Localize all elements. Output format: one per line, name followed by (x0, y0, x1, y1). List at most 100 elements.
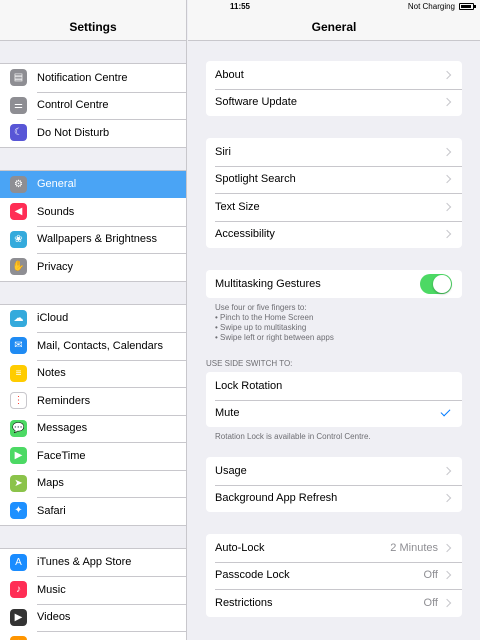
sidebar-item-safari[interactable]: ✦ Safari (0, 497, 186, 525)
notes-icon: ≡ (10, 364, 27, 382)
messages-icon: 💬 (10, 419, 27, 437)
sidebar-item-label: FaceTime (37, 449, 86, 462)
lock-group: Auto-Lock 2 Minutes Passcode Lock Off Restri… (206, 534, 462, 617)
auto-lock-row[interactable]: Auto-Lock 2 Minutes (206, 534, 462, 562)
sidebar-item-label: Sounds (37, 205, 75, 218)
control-centre-icon: ⚌ (10, 96, 27, 114)
usage-label: Usage (215, 464, 247, 477)
sidebar-item-photos-and-camera[interactable]: ✿Photos & Camera (0, 631, 186, 640)
battery-icon (459, 3, 476, 10)
sidebar-item-label: Notification Centre (37, 71, 128, 84)
sidebar-item-label: Do Not Disturb (37, 126, 110, 139)
auto-lock-value: 2 Minutes (390, 541, 438, 554)
spotlight-search-label: Spotlight Search (215, 173, 296, 186)
sidebar-item-label: iCloud (37, 312, 69, 325)
music-icon: ♪ (10, 581, 27, 599)
sidebar-item-do-not-disturb[interactable]: ☾ Do Not Disturb (0, 119, 186, 147)
about-label: About (215, 68, 244, 81)
maps-icon: ➤ (10, 474, 27, 492)
general-detail-pane: General About Software Update Siri Spotlig… (188, 0, 480, 640)
mute-label: Mute (215, 407, 240, 420)
text-size-label: Text Size (215, 200, 260, 213)
sidebar-item-itunes-and-app-store[interactable]: AiTunes & App Store (0, 549, 186, 577)
passcode-lock-row[interactable]: Passcode Lock Off (206, 561, 462, 590)
sidebar-item-label: Reminders (37, 394, 91, 407)
chevron-right-icon (442, 175, 452, 184)
multitasking-note-line: • Swipe left or right between apps (215, 333, 334, 342)
chevron-right-icon (442, 98, 452, 107)
about-group: About Software Update (206, 61, 462, 116)
accessibility-row[interactable]: Accessibility (206, 220, 462, 249)
sidebar-item-label: Safari (37, 504, 66, 517)
multitasking-note-line: • Pinch to the Home Screen (215, 313, 314, 322)
mute-option[interactable]: Mute (206, 399, 462, 428)
sidebar-item-label: Control Centre (37, 99, 109, 112)
multitasking-gestures-toggle[interactable] (420, 273, 452, 294)
sidebar-item-facetime[interactable]: ▶ FaceTime (0, 442, 186, 470)
sidebar-item-control-centre[interactable]: ⚌ Control Centre (0, 91, 186, 120)
flower-icon: ❀ (10, 230, 27, 248)
photos-icon: ✿ (10, 636, 27, 640)
app-store-icon: A (10, 553, 27, 571)
reminders-icon: ⋮ (10, 392, 27, 410)
multitasking-note-line: Use four or five fingers to: (215, 303, 307, 312)
passcode-lock-label: Passcode Lock (215, 569, 290, 582)
battery-status-text: Not Charging (407, 2, 455, 11)
chevron-right-icon (442, 230, 452, 239)
background-app-refresh-row[interactable]: Background App Refresh (206, 484, 462, 513)
lock-rotation-option[interactable]: Lock Rotation (206, 372, 462, 400)
status-bar: 11:55 Not Charging (0, 0, 480, 14)
about-row[interactable]: About (206, 61, 462, 89)
software-update-row[interactable]: Software Update (206, 88, 462, 117)
restrictions-label: Restrictions (215, 596, 273, 609)
sidebar-item-messages[interactable]: 💬 Messages (0, 414, 186, 443)
chevron-right-icon (442, 202, 452, 211)
sidebar-item-music[interactable]: ♪ Music (0, 576, 186, 604)
chevron-right-icon (442, 571, 452, 580)
chevron-right-icon (442, 543, 452, 552)
mail-icon: ✉ (10, 337, 27, 355)
sidebar-item-label: Music (37, 583, 66, 596)
sidebar-item-reminders[interactable]: ⋮ Reminders (0, 387, 186, 415)
sidebar-item-label: iTunes & App Store (37, 556, 132, 569)
restrictions-row[interactable]: Restrictions Off (206, 589, 462, 617)
moon-icon: ☾ (10, 124, 27, 142)
sidebar-item-mail-contacts-calendars[interactable]: ✉ Mail, Contacts, Calendars (0, 332, 186, 360)
sidebar-item-maps[interactable]: ➤ Maps (0, 469, 186, 498)
lock-rotation-label: Lock Rotation (215, 379, 283, 392)
hand-icon: ✋ (10, 258, 27, 276)
sidebar-item-label: General (37, 178, 77, 191)
multitasking-group: Multitasking Gestures (206, 270, 462, 298)
sidebar-item-sounds[interactable]: ◀ Sounds (0, 198, 186, 226)
settings-group: ▤ Notification Centre ⚌ Control Centre ☾ Do N… (0, 63, 186, 148)
settings-group: AiTunes & App Store ♪ Music ▶ Videos ✿Photos … (0, 547, 186, 640)
chevron-right-icon (442, 147, 452, 156)
sidebar-item-icloud[interactable]: ☁ iCloud (0, 305, 186, 333)
spotlight-search-row[interactable]: Spotlight Search (206, 165, 462, 194)
multitasking-note-line: • Swipe up to multitasking (215, 323, 307, 332)
sidebar-item-videos[interactable]: ▶ Videos (0, 603, 186, 632)
side-switch-header: USE SIDE SWITCH TO: (206, 359, 293, 368)
detail-title: General (311, 20, 357, 34)
siri-group: Siri Spotlight Search Text Size Accessibili… (206, 138, 462, 248)
settings-group: ☁ iCloud ✉ Mail, Contacts, Calendars ≡ Notes ⋮… (0, 303, 186, 526)
text-size-row[interactable]: Text Size (206, 193, 462, 221)
siri-row[interactable]: Siri (206, 138, 462, 166)
sidebar-item-notes[interactable]: ≡ Notes (0, 359, 186, 388)
sidebar-item-label: Videos (37, 611, 71, 624)
restrictions-value: Off (423, 596, 438, 609)
chevron-right-icon (442, 598, 452, 607)
notification-centre-icon: ▤ (10, 69, 27, 87)
rotation-lock-note: Rotation Lock is available in Control Ce… (215, 432, 371, 441)
sidebar-item-wallpapers-and-brightness[interactable]: ❀ Wallpapers & Brightness (0, 225, 186, 254)
chevron-right-icon (442, 494, 452, 503)
master-title: Settings (69, 20, 117, 34)
sidebar-item-label: Privacy (37, 260, 74, 273)
sidebar-item-general[interactable]: ⚙ General (0, 170, 186, 198)
usage-row[interactable]: Usage (206, 457, 462, 485)
software-update-label: Software Update (215, 96, 297, 109)
sidebar-item-privacy[interactable]: ✋ Privacy (0, 253, 186, 281)
chevron-right-icon (442, 70, 452, 79)
toggle-knob (433, 274, 451, 293)
sidebar-item-notification-centre[interactable]: ▤ Notification Centre (0, 64, 186, 92)
